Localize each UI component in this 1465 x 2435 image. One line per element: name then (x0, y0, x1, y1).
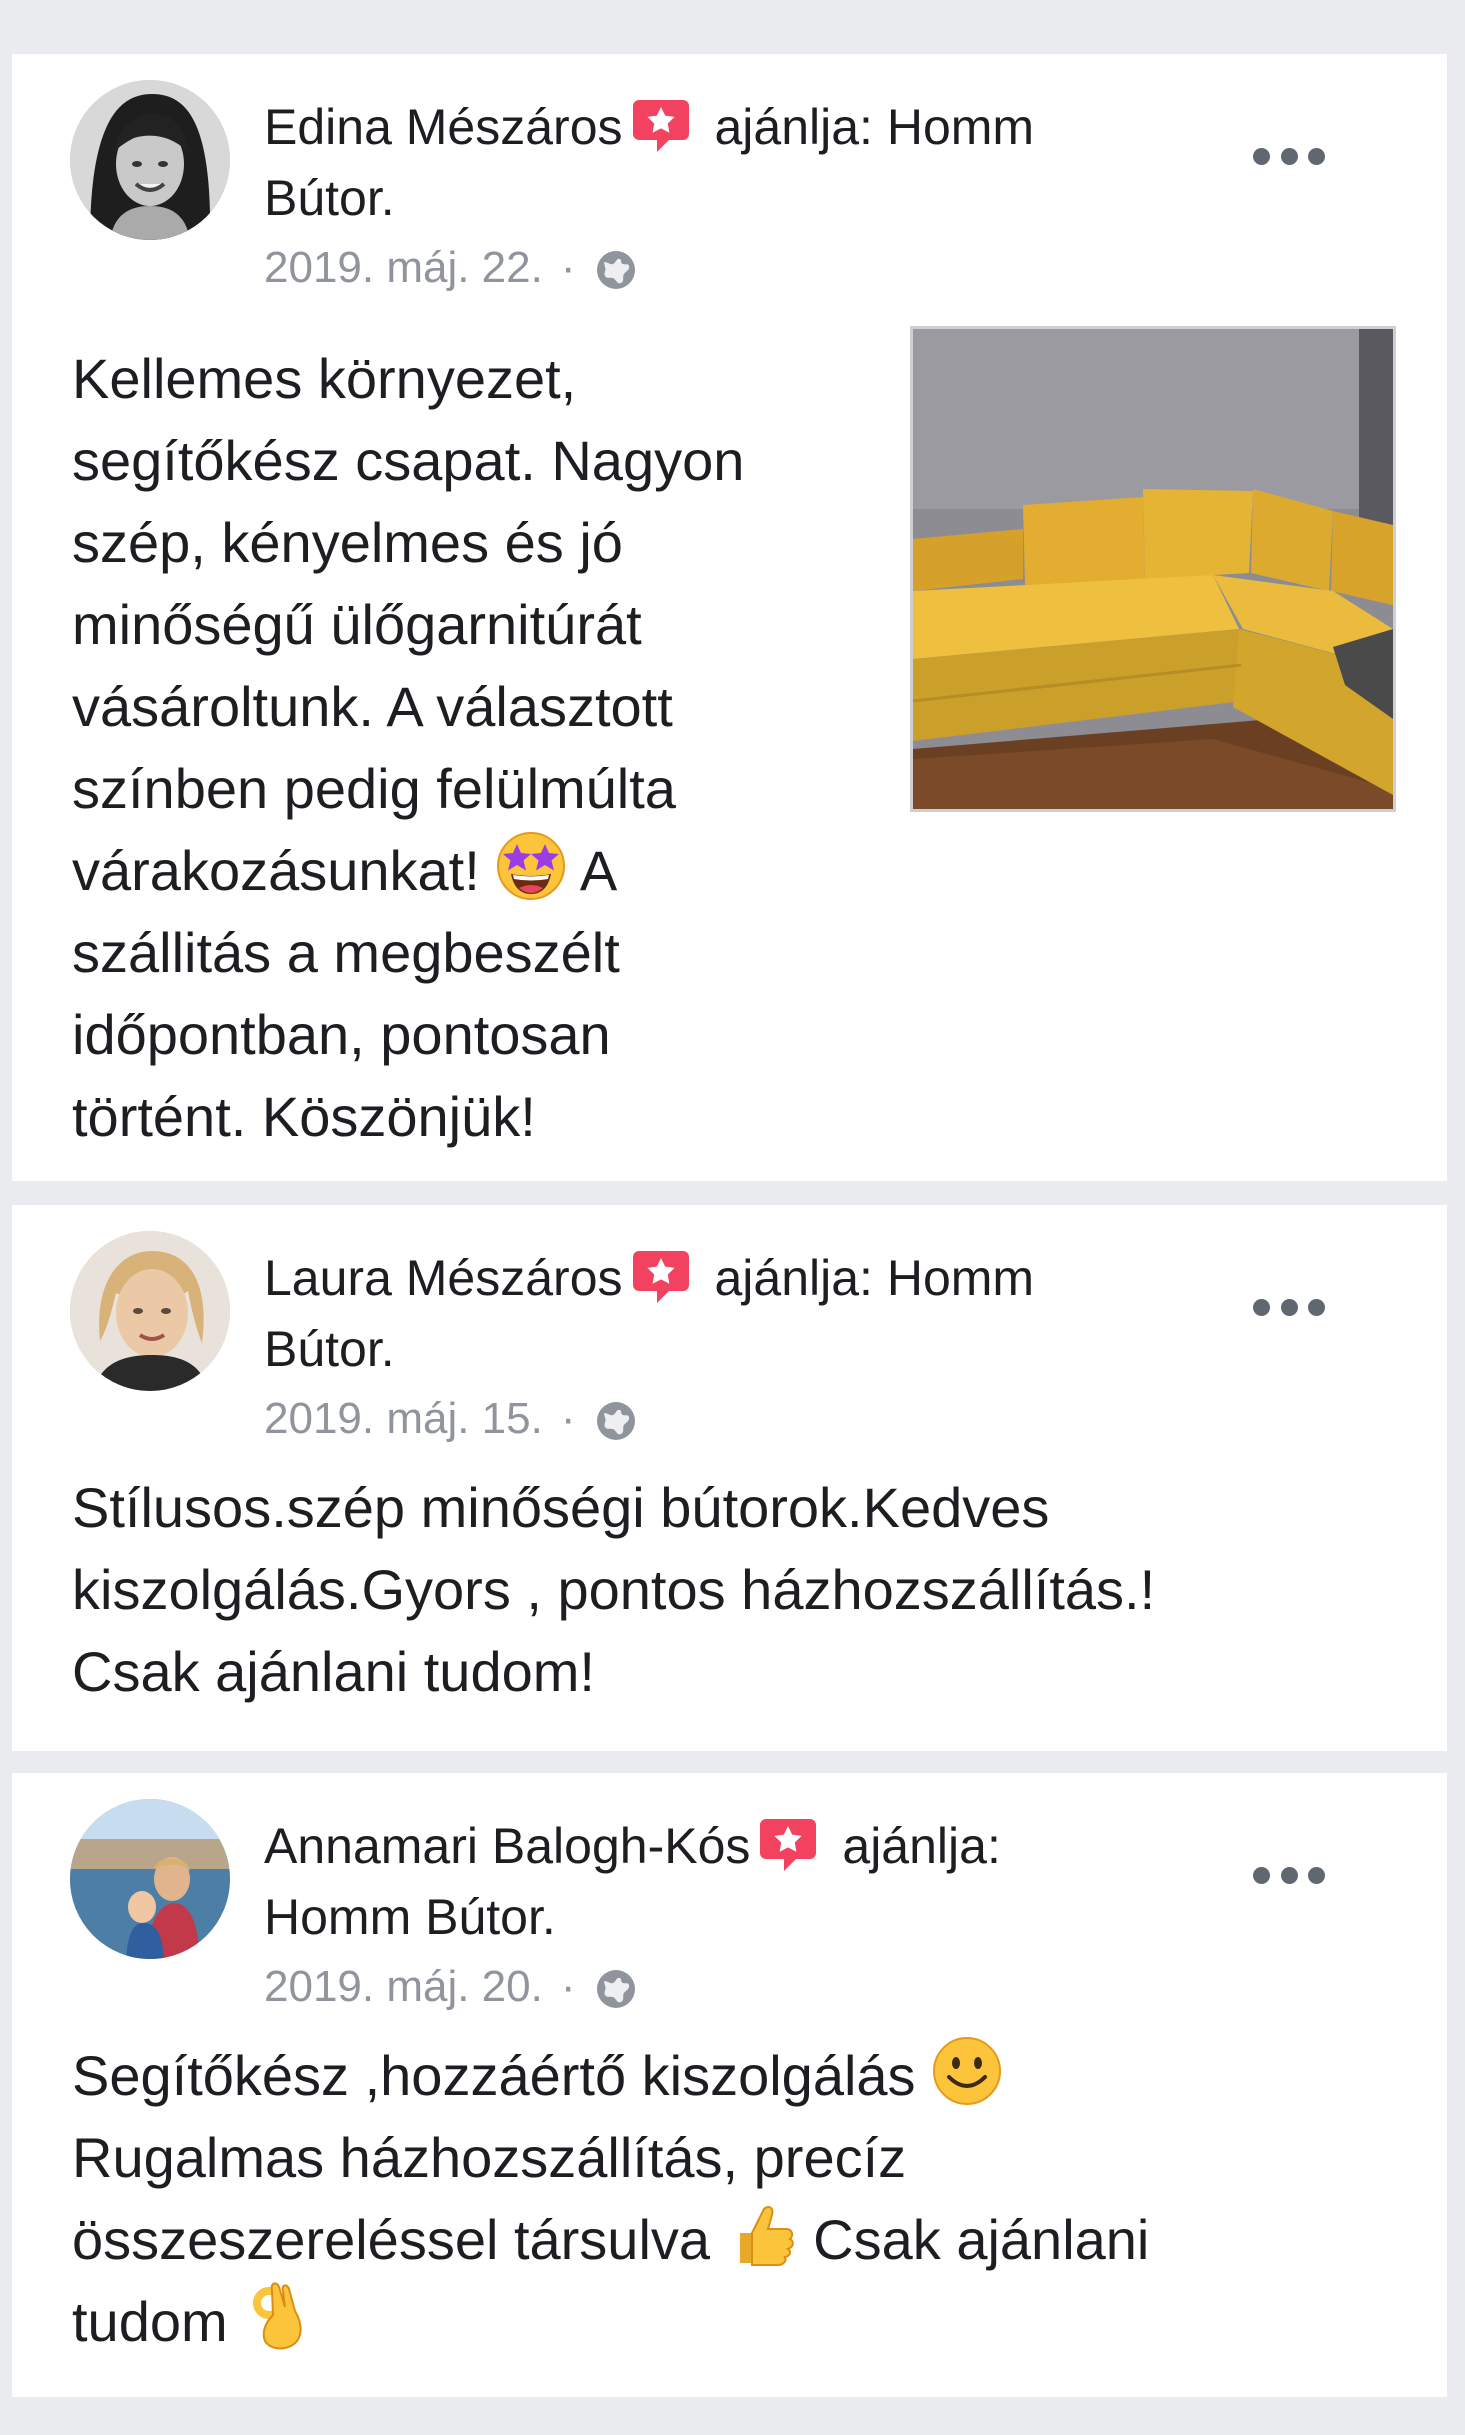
post-meta: 2019. máj. 22. · (264, 240, 638, 296)
post-meta: 2019. máj. 20. · (264, 1959, 638, 2015)
globe-icon (594, 248, 638, 292)
recommend-action-text: ajánlja: Homm (714, 99, 1035, 155)
post-header: Edina Mészáros ajánlja: Homm Bútor. (264, 92, 1164, 234)
ok-hand-emoji (243, 2281, 315, 2353)
review-text: Segítőkész ,hozzáértő kiszolgálás Rugalm… (72, 2035, 1392, 2363)
author-name[interactable]: Annamari Balogh-Kós (264, 1818, 750, 1874)
post-date[interactable]: 2019. máj. 15. (264, 1391, 543, 1447)
thumbs-up-emoji (726, 2199, 798, 2271)
recommend-action-text: ajánlja: Homm (714, 1250, 1035, 1306)
smile-emoji (931, 2035, 1003, 2107)
more-options-icon[interactable] (1253, 1295, 1325, 1319)
author-name[interactable]: Laura Mészáros (264, 1250, 623, 1306)
author-name[interactable]: Edina Mészáros (264, 99, 623, 155)
recommend-star-icon (758, 1815, 818, 1875)
globe-icon (594, 1399, 638, 1443)
review-card: Laura Mészáros ajánlja: Homm Bútor. 2019. … (12, 1205, 1447, 1751)
post-meta: 2019. máj. 15. · (264, 1391, 638, 1447)
page-name-link[interactable]: Homm Bútor. (264, 1889, 556, 1945)
review-text: Kellemes környezet, segítőkész csapat. N… (72, 338, 872, 1158)
review-card: Edina Mészáros ajánlja: Homm Bútor. 2019. … (12, 54, 1447, 1181)
review-card: Annamari Balogh-Kós ajánlja: Homm Bútor. 2… (12, 1773, 1447, 2397)
author-avatar[interactable] (70, 1231, 230, 1391)
more-options-icon[interactable] (1253, 1863, 1325, 1887)
review-text-part: Segítőkész ,hozzáértő kiszolgálás (72, 2044, 932, 2107)
yellow-corner-sofa-photo[interactable] (910, 326, 1396, 812)
review-text: Stílusos.szép minőségi bútorok.Kedves ki… (72, 1476, 1156, 1703)
page-name-link[interactable]: Bútor. (264, 1321, 395, 1377)
post-header: Laura Mészáros ajánlja: Homm Bútor. (264, 1243, 1164, 1385)
recommend-star-icon (631, 96, 691, 156)
meta-separator: · (560, 243, 576, 292)
meta-separator: · (560, 1394, 576, 1443)
page-name-link[interactable]: Bútor. (264, 170, 395, 226)
recommend-star-icon (631, 1247, 691, 1307)
recommend-action-text: ajánlja: (842, 1818, 1001, 1874)
meta-separator: · (560, 1962, 576, 2011)
post-date[interactable]: 2019. máj. 20. (264, 1959, 543, 2015)
author-avatar[interactable] (70, 80, 230, 240)
globe-icon (594, 1967, 638, 2011)
review-text-part: Kellemes környezet, segítőkész csapat. N… (72, 347, 745, 902)
star-struck-emoji (495, 830, 567, 902)
author-avatar[interactable] (70, 1799, 230, 1959)
post-header: Annamari Balogh-Kós ajánlja: Homm Bútor. (264, 1811, 1164, 1953)
more-options-icon[interactable] (1253, 144, 1325, 168)
post-date[interactable]: 2019. máj. 22. (264, 240, 543, 296)
